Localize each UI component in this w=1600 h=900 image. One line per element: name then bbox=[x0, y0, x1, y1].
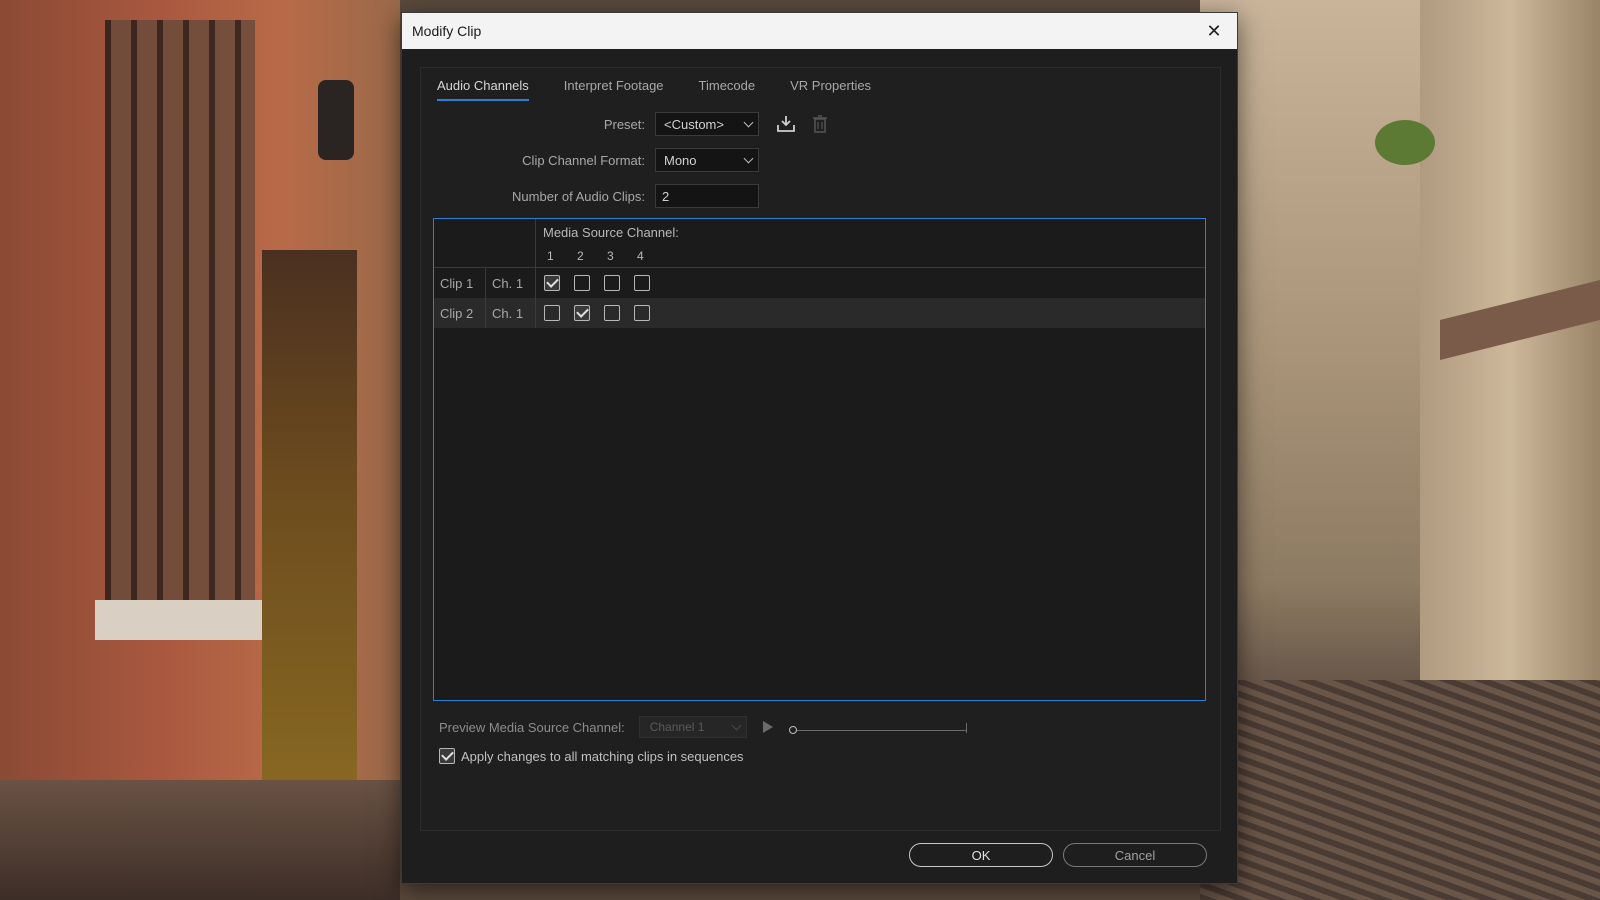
preview-channel-dropdown: Channel 1 bbox=[638, 716, 747, 738]
wall-lamp bbox=[318, 80, 354, 160]
tab-audio-channels[interactable]: Audio Channels bbox=[437, 76, 529, 101]
preset-label: Preset: bbox=[603, 116, 645, 132]
format-dropdown[interactable]: Mono bbox=[655, 148, 759, 172]
channel-checkbox[interactable] bbox=[604, 275, 620, 291]
preset-row: Preset: <Custom> bbox=[421, 112, 831, 136]
format-row: Clip Channel Format: Mono bbox=[421, 148, 759, 172]
clip-channel: Ch. 1 bbox=[486, 298, 536, 328]
play-icon[interactable] bbox=[762, 721, 773, 733]
tab-panel: Audio Channels Interpret Footage Timecod… bbox=[420, 67, 1221, 831]
clip-channel: Ch. 1 bbox=[486, 268, 536, 298]
channel-number: 4 bbox=[637, 249, 644, 263]
grid-header-corner bbox=[434, 219, 536, 268]
background-photo-right bbox=[1200, 0, 1600, 900]
preset-dropdown[interactable]: <Custom> bbox=[655, 112, 759, 136]
table-row: Clip 1 Ch. 1 bbox=[434, 268, 1205, 298]
street bbox=[0, 780, 400, 900]
channel-number: 3 bbox=[607, 249, 614, 263]
channel-checkboxes bbox=[536, 275, 664, 291]
cancel-button[interactable]: Cancel bbox=[1063, 843, 1207, 867]
num-clips-input[interactable] bbox=[655, 184, 759, 208]
channel-checkbox[interactable] bbox=[574, 275, 590, 291]
close-icon[interactable]: ✕ bbox=[1201, 18, 1227, 44]
ok-button[interactable]: OK bbox=[909, 843, 1053, 867]
channel-grid: Media Source Channel: 1 2 3 4 Clip 1 Ch.… bbox=[433, 218, 1206, 701]
apply-label: Apply changes to all matching clips in s… bbox=[461, 748, 744, 764]
clip-name: Clip 2 bbox=[434, 298, 486, 328]
channel-checkbox[interactable] bbox=[634, 275, 650, 291]
channel-checkbox[interactable] bbox=[574, 305, 590, 321]
download-icon[interactable] bbox=[775, 113, 797, 135]
slider-track bbox=[788, 730, 967, 731]
channel-checkbox[interactable] bbox=[544, 275, 560, 291]
background-photo-left bbox=[0, 0, 400, 900]
plant bbox=[1375, 120, 1435, 165]
window-sill bbox=[95, 600, 265, 640]
channel-numbers: 1 2 3 4 bbox=[544, 249, 664, 263]
cobblestone-street bbox=[1200, 680, 1600, 900]
channel-checkboxes bbox=[536, 305, 664, 321]
channel-checkbox[interactable] bbox=[604, 305, 620, 321]
channel-number: 1 bbox=[547, 249, 554, 263]
trash-icon[interactable] bbox=[809, 113, 831, 135]
apply-checkbox[interactable] bbox=[439, 748, 455, 764]
media-source-channel-label: Media Source Channel: bbox=[543, 225, 679, 240]
format-label: Clip Channel Format: bbox=[522, 152, 645, 168]
channel-checkbox[interactable] bbox=[634, 305, 650, 321]
chevron-down-icon bbox=[731, 720, 742, 730]
preset-value: <Custom> bbox=[664, 116, 724, 132]
channel-number: 2 bbox=[577, 249, 584, 263]
tab-timecode[interactable]: Timecode bbox=[699, 76, 756, 101]
preview-slider[interactable] bbox=[788, 721, 967, 734]
tab-bar: Audio Channels Interpret Footage Timecod… bbox=[437, 76, 871, 101]
grid-header: Media Source Channel: 1 2 3 4 bbox=[434, 219, 1205, 268]
format-value: Mono bbox=[664, 152, 697, 168]
channel-checkbox[interactable] bbox=[544, 305, 560, 321]
slider-knob[interactable] bbox=[788, 726, 797, 734]
num-clips-label: Number of Audio Clips: bbox=[512, 188, 645, 204]
tab-vr-properties[interactable]: VR Properties bbox=[790, 76, 871, 101]
num-clips-row: Number of Audio Clips: bbox=[421, 184, 759, 208]
title-bar: Modify Clip ✕ bbox=[402, 13, 1237, 49]
barred-window bbox=[105, 20, 255, 605]
dialog-title: Modify Clip bbox=[412, 23, 482, 39]
preview-channel-value: Channel 1 bbox=[649, 720, 705, 734]
chevron-down-icon bbox=[743, 117, 754, 127]
doorway bbox=[262, 250, 357, 810]
preview-row: Preview Media Source Channel: Channel 1 bbox=[439, 716, 967, 738]
table-row: Clip 2 Ch. 1 bbox=[434, 298, 1205, 328]
clip-name: Clip 1 bbox=[434, 268, 486, 298]
apply-row: Apply changes to all matching clips in s… bbox=[439, 748, 744, 764]
tab-interpret-footage[interactable]: Interpret Footage bbox=[564, 76, 664, 101]
preview-label: Preview Media Source Channel: bbox=[439, 719, 625, 735]
chevron-down-icon bbox=[743, 153, 754, 163]
modify-clip-dialog: Modify Clip ✕ Audio Channels Interpret F… bbox=[401, 12, 1238, 884]
slider-end bbox=[965, 723, 967, 733]
